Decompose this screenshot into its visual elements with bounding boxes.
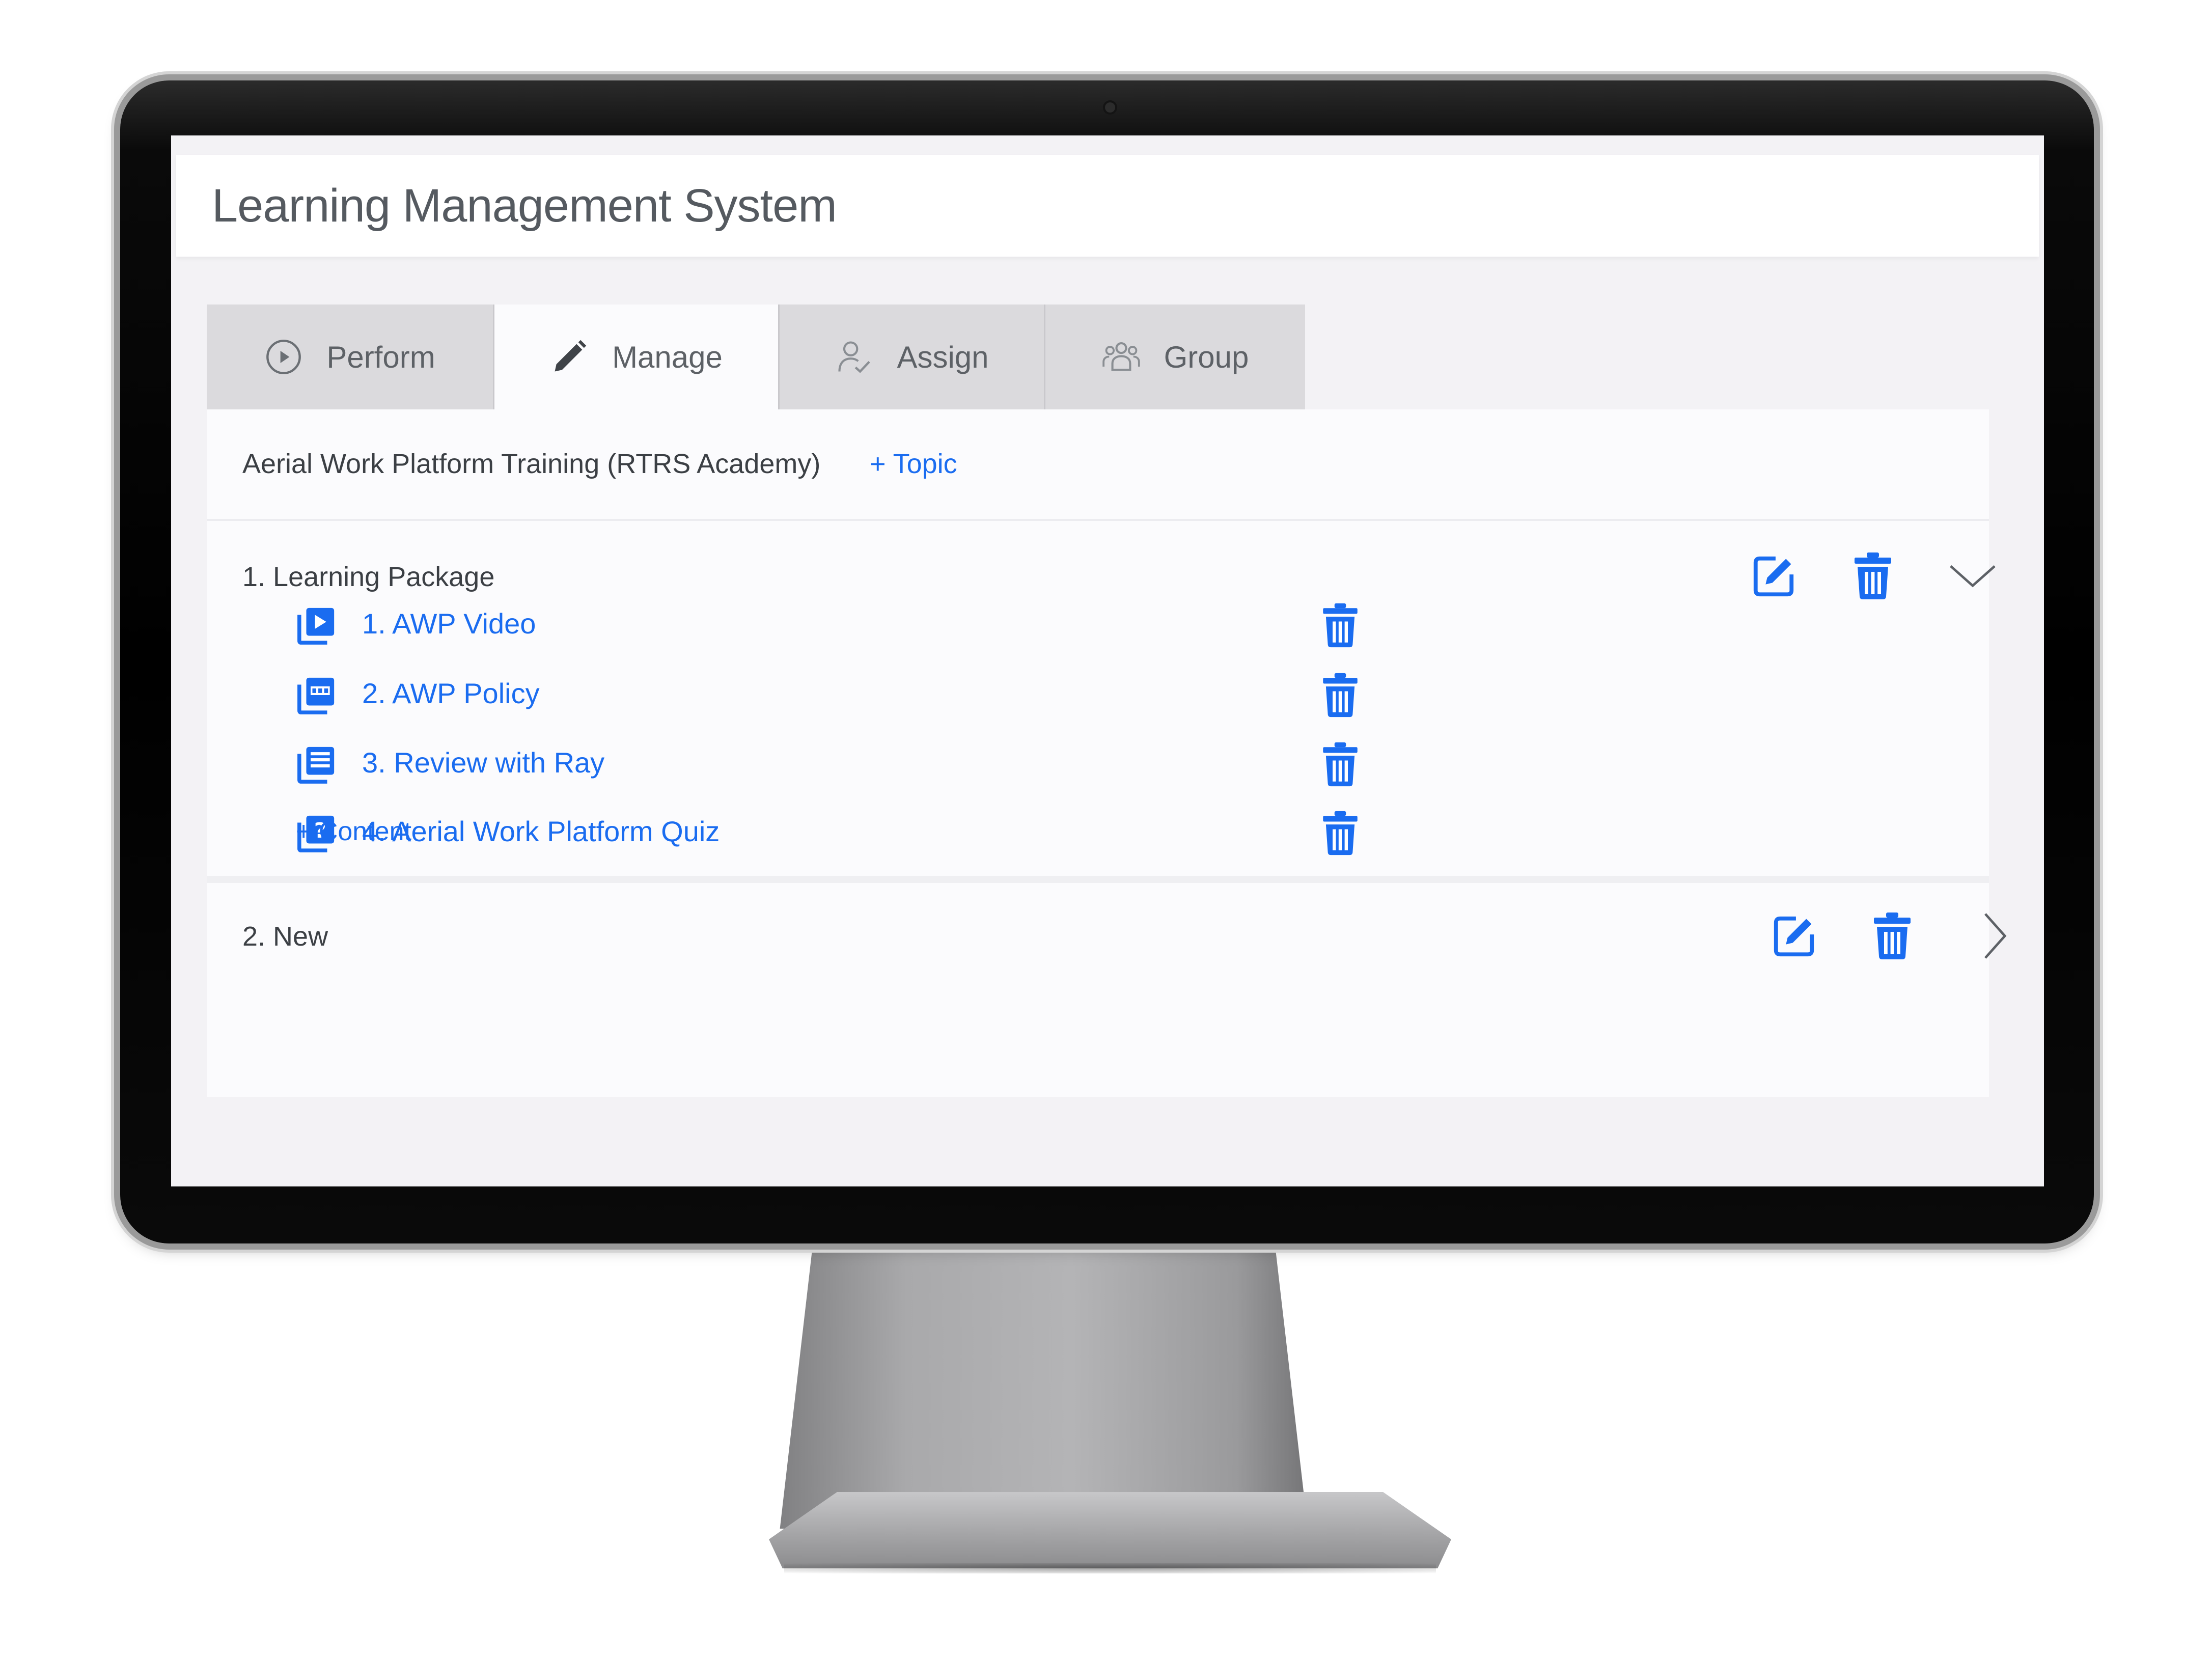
monitor-stand-base [769, 1492, 1451, 1568]
trash-icon[interactable] [1872, 911, 1913, 960]
pencil-icon [555, 340, 587, 372]
tab-group-label: Group [1164, 340, 1249, 374]
content-item-label[interactable]: 3. Review with Ray [362, 732, 604, 793]
webcam-icon [1105, 102, 1115, 113]
play-circle-icon [266, 340, 301, 374]
content-item-document: 3. Review with Ray [207, 732, 1989, 793]
trash-icon[interactable] [1321, 672, 1360, 718]
video-icon [297, 607, 335, 645]
course-header: Aerial Work Platform Training (RTRS Acad… [207, 409, 1989, 521]
tab-manage-label: Manage [612, 340, 723, 374]
chevron-right-icon[interactable] [1980, 911, 2010, 960]
add-content-link[interactable]: + Content [296, 809, 411, 854]
monitor-stand-shadow [784, 1563, 1436, 1573]
trash-icon[interactable] [1321, 741, 1360, 787]
content-item-label[interactable]: 4. Aerial Work Platform Quiz [362, 801, 720, 862]
manage-panel: Aerial Work Platform Training (RTRS Acad… [207, 409, 2007, 1097]
add-topic-link[interactable]: + Topic [870, 409, 957, 519]
content-item-label[interactable]: 1. AWP Video [362, 593, 536, 654]
trash-icon[interactable] [1321, 810, 1360, 856]
tab-manage[interactable]: Manage [494, 305, 780, 409]
page-title: Learning Management System [212, 180, 837, 232]
content-item-quiz: ? 4. Aerial Work Platform Quiz [207, 801, 1989, 862]
edit-icon[interactable] [1770, 913, 1818, 960]
topic-section: 2. New [207, 883, 2007, 990]
topic-section: 1. Learning Package 1. AWP Video 2. AWP … [207, 521, 1996, 876]
monitor-stand-neck [780, 1243, 1308, 1529]
tab-bar: Perform Manage Assign Group [207, 305, 1305, 409]
content-item-label[interactable]: 2. AWP Policy [362, 663, 540, 724]
users-group-icon [1102, 342, 1140, 371]
content-item-pdf: 2. AWP Policy [207, 663, 1989, 724]
content-item-video: 1. AWP Video [207, 593, 1989, 654]
monitor-screen: Learning Management System Perform Manag… [171, 135, 2044, 1186]
tab-group[interactable]: Group [1045, 305, 1305, 409]
course-title: Aerial Work Platform Training (RTRS Acad… [242, 449, 821, 479]
app-header: Learning Management System [176, 155, 2039, 257]
pdf-icon [297, 677, 335, 714]
section-divider [207, 876, 1989, 883]
trash-icon[interactable] [1321, 602, 1360, 648]
tab-perform-label: Perform [326, 340, 435, 374]
tab-perform[interactable]: Perform [207, 305, 494, 409]
tab-assign-label: Assign [897, 340, 989, 374]
tab-assign[interactable]: Assign [780, 305, 1045, 409]
topic-title: 2. New [242, 921, 328, 952]
chevron-down-icon[interactable] [1948, 561, 1997, 591]
user-assign-icon [838, 341, 871, 373]
document-list-icon [297, 746, 335, 784]
